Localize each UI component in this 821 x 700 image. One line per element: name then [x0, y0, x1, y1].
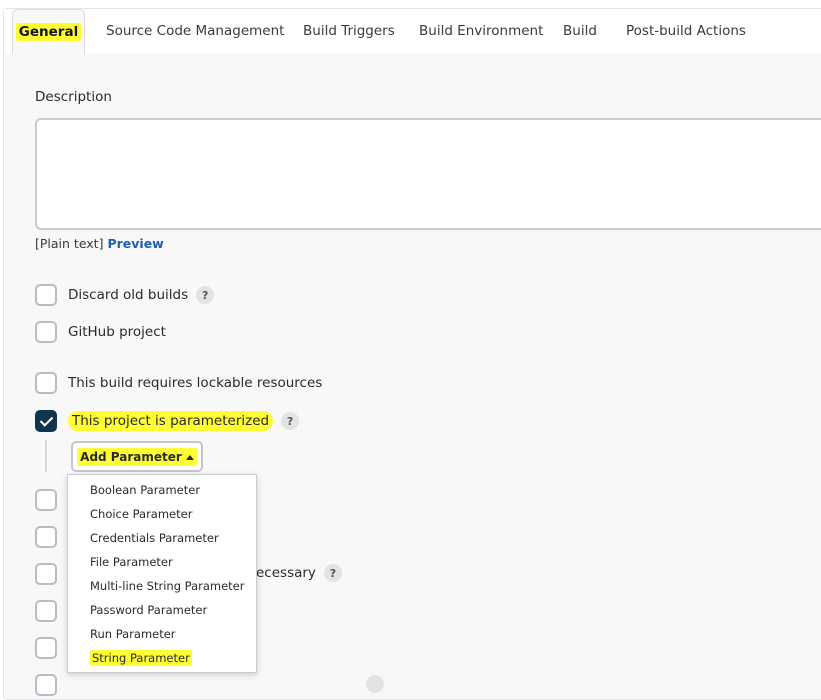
discard-old-builds-option[interactable]: Discard old builds ? — [35, 283, 215, 307]
caret-up-icon — [185, 454, 194, 460]
hidden-option-checkbox[interactable] — [35, 563, 57, 585]
hidden-option-checkbox[interactable] — [35, 674, 57, 696]
help-icon[interactable] — [366, 675, 384, 693]
menu-item-boolean-parameter[interactable]: Boolean Parameter — [90, 483, 200, 497]
tab-post-build-actions[interactable]: Post-build Actions — [626, 9, 746, 53]
tab-build-environment[interactable]: Build Environment — [419, 9, 543, 53]
description-label: Description — [35, 89, 112, 105]
parameterized-checkbox[interactable] — [35, 410, 57, 432]
menu-item-multiline-string-parameter[interactable]: Multi-line String Parameter — [90, 579, 244, 593]
github-project-label: GitHub project — [68, 324, 166, 340]
lockable-resources-option[interactable]: This build requires lockable resources — [35, 371, 322, 395]
description-format-hint: [Plain text] Preview — [35, 236, 164, 251]
add-parameter-text: Add Parameter — [80, 449, 182, 464]
lockable-resources-label: This build requires lockable resources — [68, 375, 323, 391]
help-icon[interactable]: ? — [323, 564, 342, 582]
preview-link[interactable]: Preview — [107, 236, 163, 251]
hidden-option-checkbox[interactable] — [35, 526, 57, 548]
plain-text-label: [Plain text] — [35, 236, 104, 251]
tab-build-triggers[interactable]: Build Triggers — [303, 9, 395, 53]
menu-item-string-parameter[interactable]: String Parameter — [90, 650, 192, 666]
description-textarea[interactable] — [35, 118, 821, 230]
tab-source-code-management[interactable]: Source Code Management — [106, 9, 284, 53]
menu-item-run-parameter[interactable]: Run Parameter — [90, 627, 176, 641]
menu-item-password-parameter[interactable]: Password Parameter — [90, 603, 207, 617]
nested-indent-line — [45, 440, 47, 472]
discard-old-builds-label: Discard old builds — [68, 287, 189, 303]
help-icon[interactable]: ? — [196, 286, 215, 304]
menu-item-credentials-parameter[interactable]: Credentials Parameter — [90, 531, 219, 545]
hidden-option-checkbox[interactable] — [35, 637, 57, 659]
add-parameter-label: Add Parameter — [77, 447, 197, 466]
github-project-option[interactable]: GitHub project — [35, 320, 166, 344]
lockable-resources-checkbox[interactable] — [35, 372, 57, 394]
tab-bar: General Source Code Management Build Tri… — [4, 9, 821, 54]
string-parameter-label: String Parameter — [90, 650, 192, 666]
help-icon[interactable]: ? — [281, 412, 300, 430]
hidden-option-label: ecessary — [256, 565, 316, 581]
menu-item-choice-parameter[interactable]: Choice Parameter — [90, 507, 192, 521]
parameterized-option[interactable]: This project is parameterized ? — [35, 409, 300, 433]
add-parameter-menu: Boolean Parameter Choice Parameter Crede… — [67, 474, 257, 673]
tab-general[interactable]: General — [12, 9, 85, 54]
add-parameter-button[interactable]: Add Parameter — [71, 441, 203, 472]
tab-build[interactable]: Build — [563, 9, 597, 53]
hidden-option-checkbox[interactable] — [35, 489, 57, 511]
discard-old-builds-checkbox[interactable] — [35, 284, 57, 306]
parameterized-label: This project is parameterized — [68, 411, 274, 431]
github-project-checkbox[interactable] — [35, 321, 57, 343]
hidden-option-checkbox[interactable] — [35, 600, 57, 622]
tab-general-label: General — [15, 23, 82, 41]
hidden-option-trailing-text: ecessary ? — [256, 564, 342, 582]
menu-item-file-parameter[interactable]: File Parameter — [90, 555, 173, 569]
